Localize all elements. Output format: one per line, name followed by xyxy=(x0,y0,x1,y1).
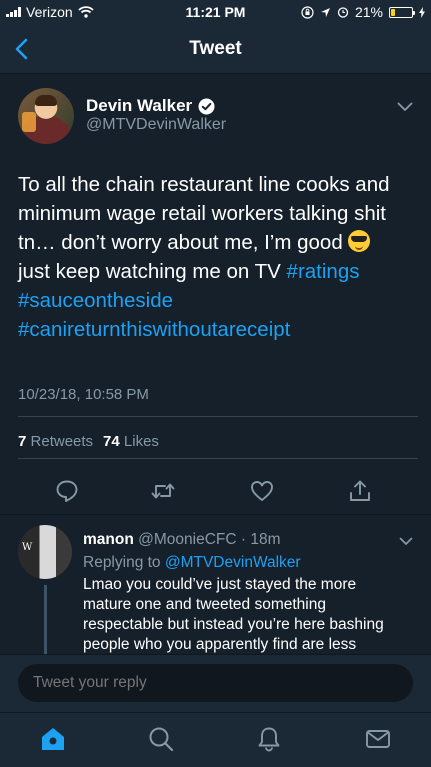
tweet-actions xyxy=(0,478,431,504)
replying-to: Replying to @MTVDevinWalker xyxy=(83,554,301,572)
charging-icon xyxy=(419,6,425,18)
sunglasses-emoji-icon xyxy=(348,230,371,252)
hashtag-link[interactable]: #ratings xyxy=(287,260,360,283)
messages-icon[interactable] xyxy=(364,725,392,753)
likes-label: Likes xyxy=(123,433,159,450)
reply-author-name[interactable]: manon xyxy=(83,531,134,548)
tweet-line: To all the chain restaurant line cooks a… xyxy=(18,170,418,199)
search-icon[interactable] xyxy=(147,725,175,753)
reply-text: Lmao you could’ve just stayed the more m… xyxy=(83,575,413,654)
battery-percent: 21% xyxy=(354,4,383,20)
retweets-stat[interactable]: 7 Retweets xyxy=(18,433,93,450)
avatar-hair xyxy=(35,95,57,106)
battery-icon xyxy=(389,6,415,18)
avatar[interactable] xyxy=(18,88,74,144)
retweets-label: Retweets xyxy=(30,433,94,450)
chevron-down-icon[interactable] xyxy=(397,102,413,112)
reply-icon[interactable] xyxy=(54,478,80,504)
reply-input[interactable] xyxy=(18,664,413,702)
tweet-line: tn… don’t worry about me, I’m good xyxy=(18,228,418,257)
divider xyxy=(18,416,418,417)
likes-stat[interactable]: 74 Likes xyxy=(103,433,159,450)
main-tweet: Devin Walker @MTVDevinWalker To all the … xyxy=(0,74,431,514)
reply-line: people who you apparently find are less xyxy=(83,636,357,653)
tweet-line: minimum wage retail workers talking shit xyxy=(18,199,418,228)
tab-bar xyxy=(0,712,431,767)
avatar-letter: W xyxy=(22,542,33,553)
tweet-line-text: minimum wage retail workers talking shit xyxy=(18,202,386,225)
replying-to-label: Replying to xyxy=(83,554,161,571)
alarm-icon xyxy=(337,7,349,18)
tweet-line-text: tn… don’t worry about me, I’m good xyxy=(18,231,343,254)
chevron-down-icon[interactable] xyxy=(399,537,413,546)
status-bar: Verizon 11:21 PM 21% xyxy=(0,0,431,24)
reply-author-handle[interactable]: @MoonieCFC xyxy=(138,531,236,548)
tweet-line: #sauceontheside xyxy=(18,286,418,315)
share-icon[interactable] xyxy=(347,478,373,504)
tweet-line-text: To all the chain restaurant line cooks a… xyxy=(18,173,390,196)
reply-tweet[interactable]: W manon @MoonieCFC · 18m Replying to @MT… xyxy=(0,514,431,654)
author-name: Devin Walker xyxy=(86,96,193,115)
location-icon xyxy=(320,7,330,17)
replying-to-handle[interactable]: @MTVDevinWalker xyxy=(165,554,301,571)
like-icon[interactable] xyxy=(249,478,275,504)
verified-badge-icon xyxy=(198,98,215,114)
retweet-icon[interactable] xyxy=(150,478,176,504)
reply-line: respectable but instead you’re here bash… xyxy=(83,616,384,633)
thread-line xyxy=(44,585,47,654)
reply-header: manon @MoonieCFC · 18m xyxy=(83,531,281,549)
tweet-stats: 7 Retweets 74 Likes xyxy=(18,433,159,450)
compose-bar xyxy=(0,654,431,712)
reply-age: 18m xyxy=(250,531,281,548)
reply-separator: · xyxy=(240,531,247,548)
author-handle[interactable]: @MTVDevinWalker xyxy=(86,116,226,134)
retweets-count: 7 xyxy=(18,433,27,450)
orientation-lock-icon xyxy=(301,5,314,19)
avatar-glass xyxy=(22,112,36,132)
author-name-row[interactable]: Devin Walker xyxy=(86,96,215,116)
notifications-icon[interactable] xyxy=(255,725,283,753)
divider xyxy=(18,458,418,459)
tweet-line: #canireturnthiswithoutareceipt xyxy=(18,315,418,344)
hashtag-link[interactable]: #canireturnthiswithoutareceipt xyxy=(18,318,290,341)
battery-fill xyxy=(391,8,396,16)
status-right: 21% xyxy=(301,4,425,20)
tweet-timestamp: 10/23/18, 10:58 PM xyxy=(18,386,149,403)
nav-bar: Tweet xyxy=(0,24,431,74)
reply-line: mature one and tweeted something xyxy=(83,596,326,613)
hashtag-link[interactable]: #sauceontheside xyxy=(18,289,173,312)
reply-line: Lmao you could’ve just stayed the more xyxy=(83,576,357,593)
likes-count: 74 xyxy=(103,433,120,450)
page-title: Tweet xyxy=(189,38,242,59)
tweet-line: just keep watching me on TV #ratings xyxy=(18,257,418,286)
reply-avatar[interactable]: W xyxy=(18,525,72,579)
tweet-line-text: just keep watching me on TV xyxy=(18,260,287,283)
home-icon[interactable] xyxy=(39,725,67,753)
tweet-text: To all the chain restaurant line cooks a… xyxy=(18,170,418,344)
